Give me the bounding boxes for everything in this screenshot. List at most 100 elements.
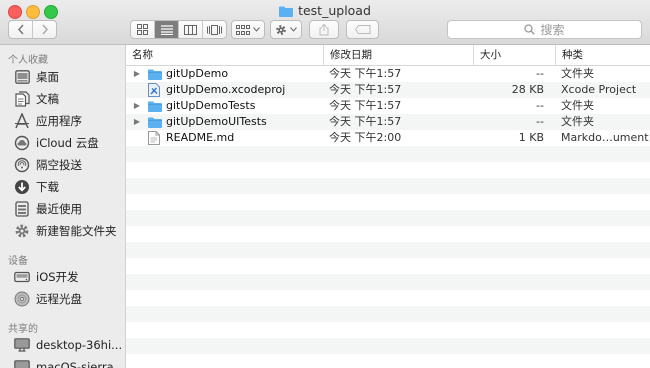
table-row[interactable]: gitUpDemo.xcodeproj 今天 下午1:57 28 KB Xcod… bbox=[126, 82, 650, 98]
share-button[interactable] bbox=[309, 20, 339, 39]
tags-button[interactable] bbox=[346, 20, 379, 39]
finder-window: test_upload 搜索 个人收藏 桌面 文稿 应用程序 iCloud 云盘… bbox=[0, 0, 650, 368]
sidebar-item-downloads[interactable]: 下载 bbox=[0, 176, 125, 198]
sidebar-item-ios-dev[interactable]: iOS开发 bbox=[0, 266, 125, 288]
file-kind: 文件夹 bbox=[561, 99, 594, 112]
cover-flow-icon bbox=[207, 24, 222, 35]
empty-row bbox=[126, 306, 650, 322]
column-header-name[interactable]: 名称 bbox=[126, 45, 323, 65]
sidebar-item-label: 文稿 bbox=[36, 92, 59, 106]
sidebar-item-smart-folder[interactable]: 新建智能文件夹 bbox=[0, 220, 125, 242]
table-row[interactable]: ▶ gitUpDemo 今天 下午1:57 -- 文件夹 bbox=[126, 66, 650, 82]
file-date: 今天 下午1:57 bbox=[329, 67, 402, 80]
xcode-project-icon bbox=[148, 82, 162, 98]
sidebar-item-documents[interactable]: 文稿 bbox=[0, 88, 125, 110]
chevron-down-icon bbox=[253, 27, 260, 32]
back-button[interactable] bbox=[9, 21, 33, 38]
arrange-button[interactable] bbox=[231, 20, 265, 39]
monitor-icon bbox=[14, 359, 30, 368]
icon-view-button[interactable] bbox=[131, 21, 155, 38]
share-icon bbox=[319, 23, 329, 35]
airdrop-icon bbox=[14, 157, 30, 173]
action-button[interactable] bbox=[270, 20, 302, 39]
search-field[interactable]: 搜索 bbox=[447, 20, 642, 39]
empty-row bbox=[126, 162, 650, 178]
sidebar-item-icloud[interactable]: iCloud 云盘 bbox=[0, 132, 125, 154]
column-header-kind[interactable]: 种类 bbox=[555, 45, 650, 65]
sidebar: 个人收藏 桌面 文稿 应用程序 iCloud 云盘 隔空投送 下载 最近使用 新… bbox=[0, 45, 126, 368]
sidebar-item-label: macOS-sierra... bbox=[36, 360, 125, 368]
column-view-button[interactable] bbox=[179, 21, 203, 38]
empty-row bbox=[126, 178, 650, 194]
favorites-section-title: 个人收藏 bbox=[8, 55, 48, 66]
list-view-button[interactable] bbox=[155, 21, 179, 38]
sidebar-item-label: 下载 bbox=[36, 180, 59, 194]
sidebar-item-label: 远程光盘 bbox=[36, 292, 82, 306]
cover-flow-view-button[interactable] bbox=[203, 21, 226, 38]
desktop-icon bbox=[14, 69, 30, 85]
smart-folder-icon bbox=[14, 223, 30, 239]
sidebar-item-label: iCloud 云盘 bbox=[36, 136, 99, 150]
sidebar-item-label: 最近使用 bbox=[36, 202, 82, 216]
empty-row bbox=[126, 258, 650, 274]
optical-disc-icon bbox=[14, 291, 30, 307]
disclosure-triangle[interactable]: ▶ bbox=[132, 98, 142, 114]
sidebar-item-airdrop[interactable]: 隔空投送 bbox=[0, 154, 125, 176]
sidebar-item-recents[interactable]: 最近使用 bbox=[0, 198, 125, 220]
toolbar: test_upload 搜索 bbox=[0, 0, 650, 45]
file-kind: 文件夹 bbox=[561, 115, 594, 128]
window-title-text: test_upload bbox=[298, 3, 371, 18]
empty-row bbox=[126, 290, 650, 306]
disclosure-triangle[interactable]: ▶ bbox=[132, 66, 142, 82]
folder-icon bbox=[148, 66, 162, 82]
sidebar-item-applications[interactable]: 应用程序 bbox=[0, 110, 125, 132]
empty-row bbox=[126, 210, 650, 226]
file-name: README.md bbox=[166, 131, 235, 144]
sidebar-item-label: desktop-36hi... bbox=[36, 338, 123, 352]
empty-row bbox=[126, 338, 650, 354]
search-placeholder: 搜索 bbox=[540, 23, 565, 37]
file-date: 今天 下午1:57 bbox=[329, 99, 402, 112]
empty-row bbox=[126, 322, 650, 338]
sidebar-item-label: iOS开发 bbox=[36, 270, 79, 284]
sidebar-item-shared-desktop[interactable]: desktop-36hi... bbox=[0, 334, 125, 356]
file-name: gitUpDemo bbox=[166, 67, 229, 80]
folder-icon bbox=[148, 114, 162, 130]
empty-row bbox=[126, 242, 650, 258]
file-date: 今天 下午2:00 bbox=[329, 131, 402, 144]
file-size: 1 KB bbox=[518, 131, 544, 144]
sidebar-item-label: 隔空投送 bbox=[36, 158, 82, 172]
file-name: gitUpDemo.xcodeproj bbox=[166, 83, 286, 96]
empty-row bbox=[126, 194, 650, 210]
sidebar-item-desktop[interactable]: 桌面 bbox=[0, 66, 125, 88]
file-size: -- bbox=[536, 115, 544, 128]
chevron-right-icon bbox=[41, 24, 48, 35]
monitor-icon bbox=[14, 337, 30, 353]
empty-row bbox=[126, 354, 650, 368]
table-row[interactable]: README.md 今天 下午2:00 1 KB Markdo…ument bbox=[126, 130, 650, 146]
window-title: test_upload bbox=[0, 3, 650, 18]
shared-section-title: 共享的 bbox=[8, 324, 38, 335]
disk-icon bbox=[14, 269, 30, 285]
tag-icon bbox=[354, 25, 370, 34]
empty-row bbox=[126, 274, 650, 290]
applications-icon bbox=[14, 113, 30, 129]
grid-icon bbox=[137, 24, 148, 35]
forward-button[interactable] bbox=[33, 21, 56, 38]
table-row[interactable]: ▶ gitUpDemoTests 今天 下午1:57 -- 文件夹 bbox=[126, 98, 650, 114]
sidebar-item-remote-disc[interactable]: 远程光盘 bbox=[0, 288, 125, 310]
empty-row bbox=[126, 226, 650, 242]
table-row[interactable]: ▶ gitUpDemoUITests 今天 下午1:57 -- 文件夹 bbox=[126, 114, 650, 130]
sidebar-item-shared-macos[interactable]: macOS-sierra... bbox=[0, 356, 125, 368]
file-rows: ▶ gitUpDemo 今天 下午1:57 -- 文件夹 gitUpDemo.x… bbox=[126, 66, 650, 368]
disclosure-triangle[interactable]: ▶ bbox=[132, 114, 142, 130]
file-name: gitUpDemoUITests bbox=[166, 115, 267, 128]
documents-icon bbox=[14, 91, 30, 107]
recents-icon bbox=[14, 201, 30, 217]
chevron-down-icon bbox=[290, 27, 297, 32]
nav-buttons bbox=[8, 20, 57, 39]
column-header-date[interactable]: 修改日期 bbox=[323, 45, 473, 65]
chevron-left-icon bbox=[17, 24, 24, 35]
column-header-size[interactable]: 大小 bbox=[473, 45, 555, 65]
file-size: -- bbox=[536, 67, 544, 80]
